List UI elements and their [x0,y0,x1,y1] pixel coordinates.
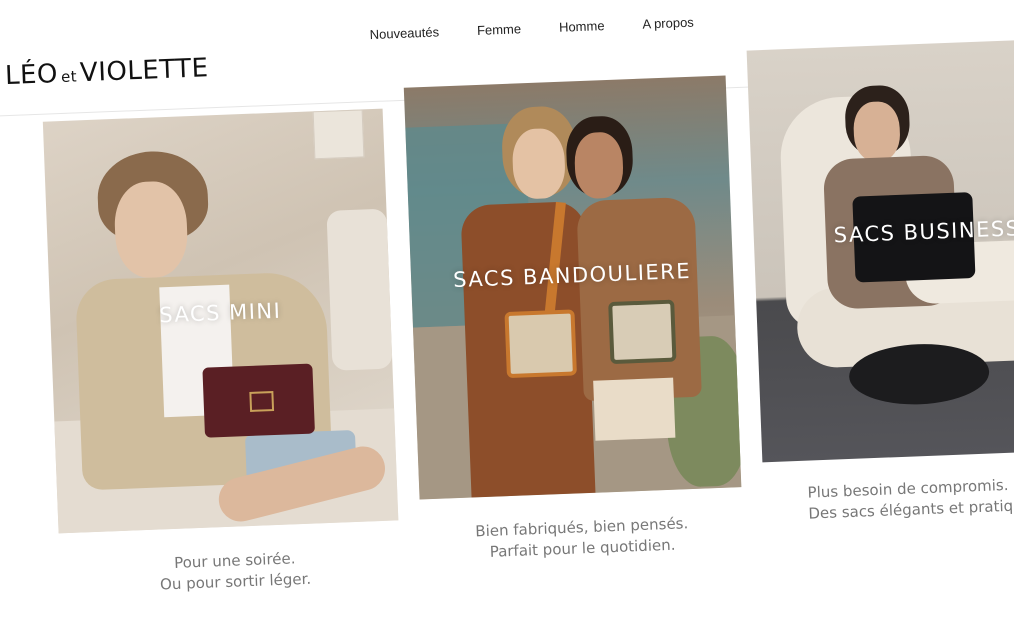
logo-et: et [60,67,78,86]
logo-violette: VIOLETTE [79,53,210,89]
nav-femme[interactable]: Femme [477,21,522,38]
caption-bandouliere: Bien fabriqués, bien pensés. Parfait pou… [437,512,728,565]
model2-jacket [576,196,702,402]
page: LÉO etVIOLETTE Nouveautés Femme Homme A p… [0,0,1014,619]
nav-a-propos[interactable]: A propos [642,15,694,32]
brand-logo[interactable]: LÉO etVIOLETTE [4,53,209,91]
bag-orange-beige [504,309,577,379]
model2-face [573,131,625,200]
photo-sacs-business[interactable]: SACS BUSINESS [746,39,1014,463]
photo-sacs-bandouliere[interactable]: SACS BANDOULIERE [403,75,742,500]
logo-leo: LÉO [4,59,59,92]
model2-skirt [593,377,676,441]
main-nav: Nouveautés Femme Homme A propos [369,15,694,42]
model1-face [511,127,567,200]
model3-face [852,100,901,163]
model-face [113,180,189,279]
bag-clasp [249,391,275,412]
nav-homme[interactable]: Homme [559,18,605,35]
wall-frame [312,109,365,160]
bag-olive-beige [608,299,677,365]
photo-sacs-mini[interactable]: SACS MINI [42,108,399,534]
caption-business: Plus besoin de compromis. Des sacs éléga… [807,471,1014,524]
sofa-cushion [326,208,393,371]
nav-nouveautes[interactable]: Nouveautés [369,24,439,42]
caption-mini: Pour une soirée. Ou pour sortir léger. [100,545,371,597]
